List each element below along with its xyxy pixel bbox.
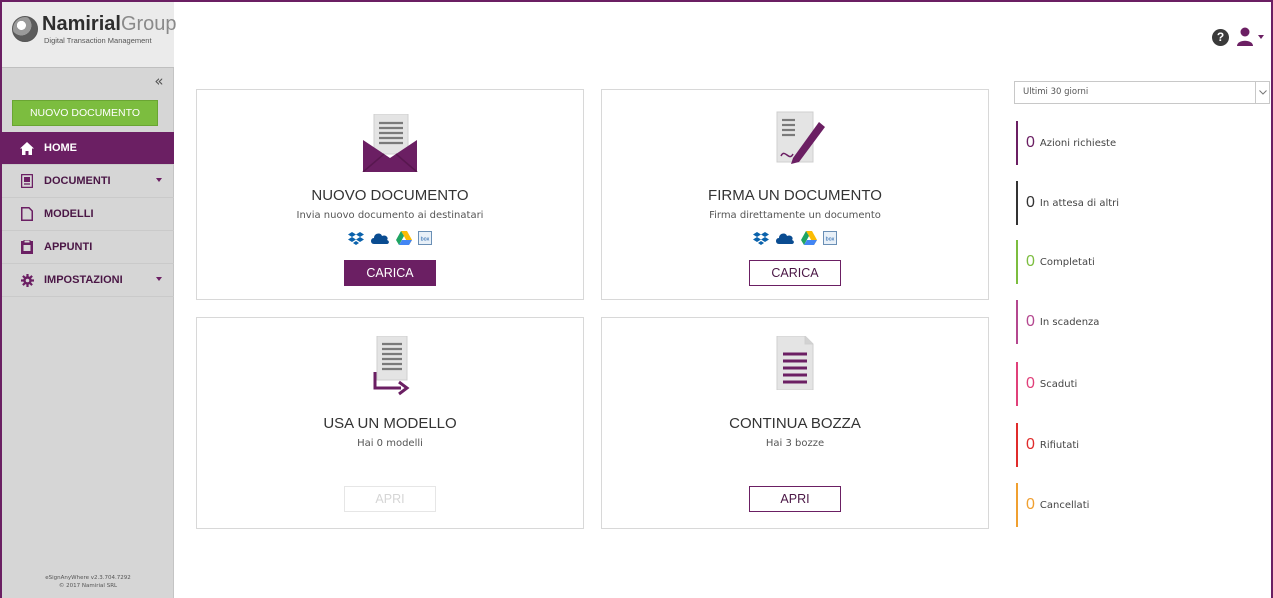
sign-document-card: FIRMA UN DOCUMENTO Firma direttamente un… [601,89,989,300]
new-document-upload-button[interactable]: CARICA [344,260,436,286]
gear-icon [20,273,34,287]
envelope-document-icon [197,114,583,172]
user-menu-icon[interactable] [1236,26,1272,48]
use-template-card: USA UN MODELLO Hai 0 modelli APRI [196,317,584,529]
sidebar-item-templates[interactable]: MODELLI [2,198,174,231]
status-waiting-others[interactable]: 0 In attesa di altri [1016,181,1216,225]
card-title: USA UN MODELLO [323,415,457,432]
sidebar-footer: eSignAnyWhere v2.3.704.7292 © 2017 Namir… [2,574,174,590]
status-label: In attesa di altri [1039,197,1120,209]
logo-tagline: Digital Transaction Management [44,36,152,45]
logo[interactable]: NamirialGroup Digital Transaction Manage… [2,2,177,68]
copyright-text: © 2017 Namirial SRL [58,583,118,589]
chevron-down-icon [156,277,162,281]
template-icon [20,207,34,221]
status-color-bar [1016,240,1018,284]
new-document-button[interactable]: NUOVO DOCUMENTO [12,100,158,126]
status-count: 0 [1026,194,1035,211]
google-drive-icon[interactable] [396,231,412,245]
sidebar-item-label: HOME [44,142,77,154]
logo-mark-icon [12,16,38,42]
box-icon[interactable]: box [823,231,837,245]
version-text: eSignAnyWhere v2.3.704.7292 [45,575,131,581]
status-label: In scadenza [1039,316,1100,328]
clipboard-icon [20,240,34,254]
logo-brand: NamirialGroup [42,13,177,35]
help-icon[interactable]: ? [1212,29,1229,46]
status-count: 0 [1026,496,1035,513]
continue-draft-card: CONTINUA BOZZA Hai 3 bozze APRI [601,317,989,529]
status-rejected[interactable]: 0 Rifiutati [1016,423,1216,467]
card-subtitle: Invia nuovo documento ai destinatari [296,210,484,221]
card-title: FIRMA UN DOCUMENTO [708,187,882,204]
chevron-down-icon [1255,82,1269,103]
cloud-services: box [602,231,988,245]
sidebar-item-label: APPUNTI [44,241,93,253]
period-select-value: Ultimi 30 giorni [1023,87,1089,97]
box-icon[interactable]: box [418,231,432,245]
sidebar-item-label: DOCUMENTI [44,175,111,187]
status-color-bar [1016,423,1018,467]
status-color-bar [1016,121,1018,165]
home-icon [20,141,34,155]
cloud-services: box [197,231,583,245]
sidebar: NamirialGroup Digital Transaction Manage… [2,2,177,598]
use-template-open-button[interactable]: APRI [344,486,436,512]
status-count: 0 [1026,436,1035,453]
status-actions-required[interactable]: 0 Azioni richieste [1016,121,1216,165]
status-count: 0 [1026,375,1035,392]
sidebar-nav: HOME DOCUMENTI MODELLI APPUNTI IMPOSTAZI… [2,132,174,297]
dropbox-icon[interactable] [348,231,364,245]
sidebar-item-label: MODELLI [44,208,94,220]
card-subtitle: Firma direttamente un documento [709,210,881,221]
sidebar-item-settings[interactable]: IMPOSTAZIONI [2,264,174,297]
onedrive-icon[interactable] [370,231,390,245]
onedrive-icon[interactable] [775,231,795,245]
status-color-bar [1016,362,1018,406]
status-color-bar [1016,300,1018,344]
app-window: NamirialGroup Digital Transaction Manage… [0,0,1273,598]
period-select[interactable]: Ultimi 30 giorni [1014,81,1270,104]
svg-text:box: box [825,237,834,243]
new-document-card: NUOVO DOCUMENTO Invia nuovo documento ai… [196,89,584,300]
card-title: NUOVO DOCUMENTO [311,187,469,204]
status-cancelled[interactable]: 0 Cancellati [1016,483,1216,527]
sidebar-item-label: IMPOSTAZIONI [44,274,123,286]
continue-draft-open-button[interactable]: APRI [749,486,841,512]
chevron-down-icon [156,178,162,182]
sidebar-item-home[interactable]: HOME [2,132,174,165]
status-expired[interactable]: 0 Scaduti [1016,362,1216,406]
status-label: Scaduti [1039,378,1078,390]
status-count: 0 [1026,313,1035,330]
status-label: Rifiutati [1039,439,1080,451]
status-label: Cancellati [1039,499,1090,511]
draft-document-icon [602,336,988,390]
status-expiring[interactable]: 0 In scadenza [1016,300,1216,344]
status-completed[interactable]: 0 Completati [1016,240,1216,284]
status-color-bar [1016,483,1018,527]
documents-icon [20,174,34,188]
card-title: CONTINUA BOZZA [729,415,861,432]
status-count: 0 [1026,253,1035,270]
sign-document-icon [602,110,988,170]
sidebar-item-clipboard[interactable]: APPUNTI [2,231,174,264]
sidebar-item-documents[interactable]: DOCUMENTI [2,165,174,198]
collapse-sidebar-icon[interactable]: « [148,72,170,90]
sign-document-upload-button[interactable]: CARICA [749,260,841,286]
status-count: 0 [1026,134,1035,151]
dropbox-icon[interactable] [753,231,769,245]
card-subtitle: Hai 3 bozze [765,438,825,449]
status-label: Completati [1039,256,1095,268]
card-subtitle: Hai 0 modelli [357,438,423,449]
status-color-bar [1016,181,1018,225]
google-drive-icon[interactable] [801,231,817,245]
status-label: Azioni richieste [1039,137,1117,149]
template-document-icon [197,336,583,398]
svg-text:box: box [420,237,429,243]
